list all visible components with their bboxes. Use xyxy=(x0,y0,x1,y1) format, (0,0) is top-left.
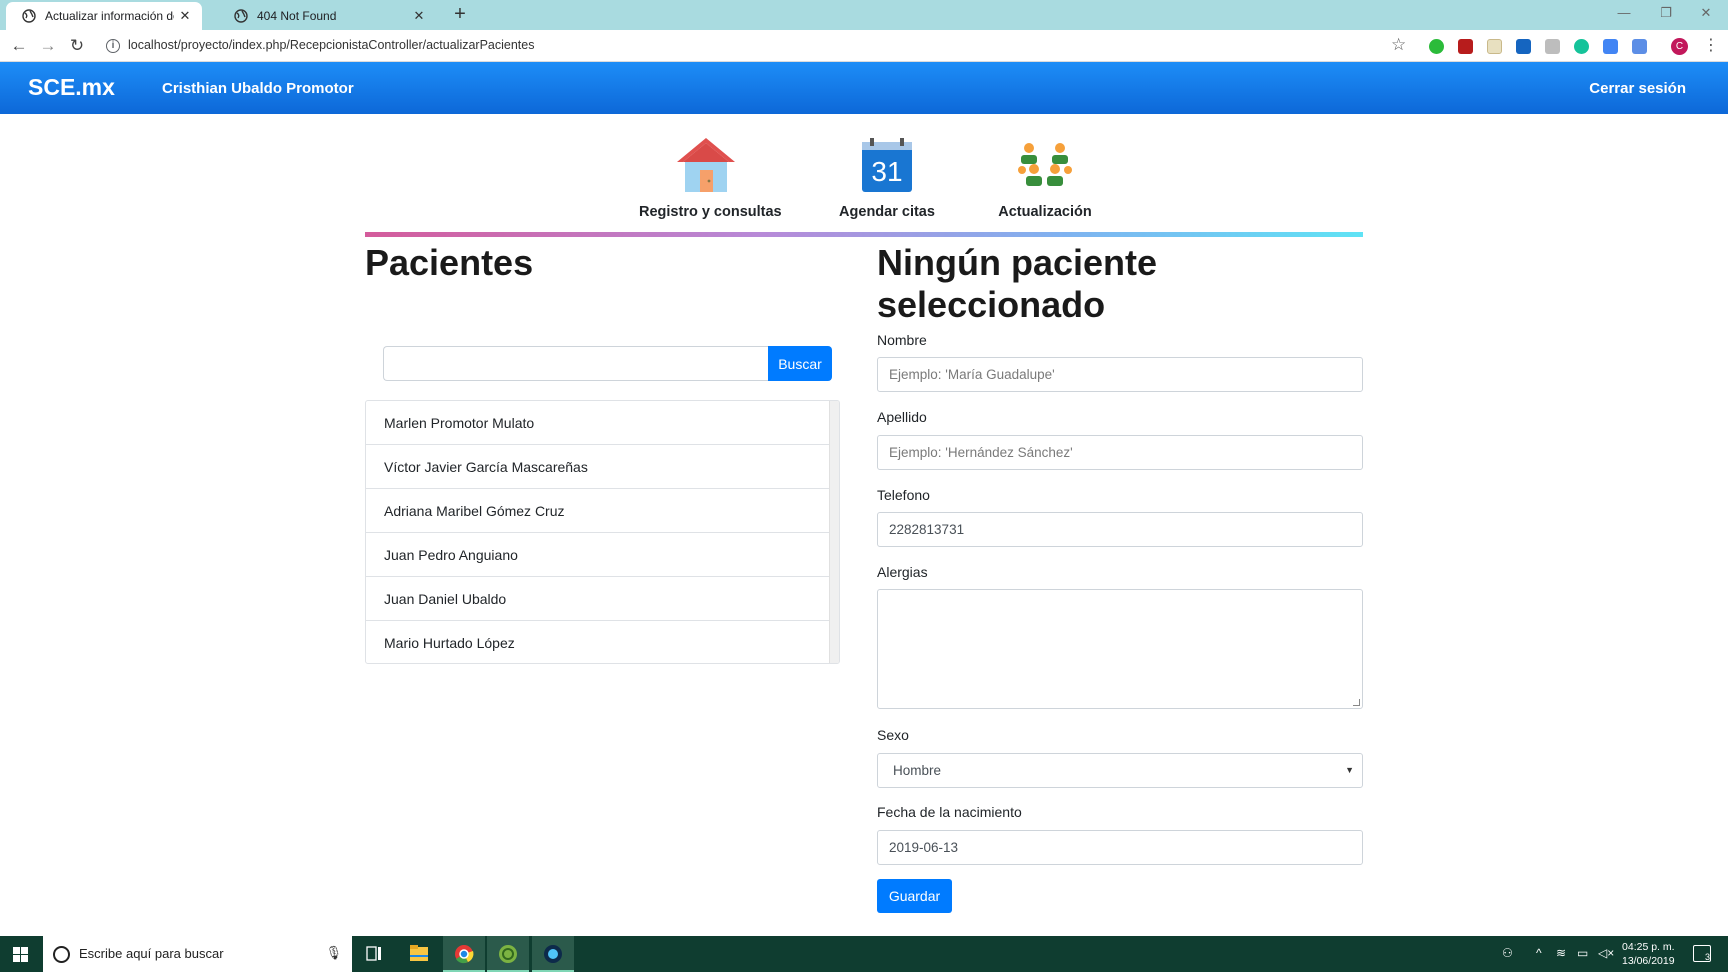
tab-actualizar[interactable]: Actualizar información de pacien ✕ xyxy=(6,2,202,30)
menu-label: Actualización xyxy=(998,204,1092,220)
extension-icon[interactable] xyxy=(1632,39,1647,54)
apellido-input[interactable]: Ejemplo: 'Hernández Sánchez' xyxy=(877,435,1363,470)
search-input[interactable] xyxy=(383,346,769,381)
fecha-label: Fecha de la nacimiento xyxy=(877,804,1022,820)
forward-arrow-icon[interactable]: → xyxy=(37,35,59,57)
browser-toolbar: ← → ↻ i localhost/proyecto/index.php/Rec… xyxy=(0,30,1728,62)
translate-icon[interactable] xyxy=(1603,39,1618,54)
logout-link[interactable]: Cerrar sesión xyxy=(1589,80,1686,97)
form-title: Ningún paciente seleccionado xyxy=(877,242,1158,326)
globe-icon xyxy=(234,9,248,23)
list-item[interactable]: Víctor Javier García Mascareñas xyxy=(366,445,829,489)
patient-list: Marlen Promotor Mulato Víctor Javier Gar… xyxy=(365,400,840,664)
patients-title: Pacientes xyxy=(365,242,534,283)
telefono-input[interactable]: 2282813731 xyxy=(877,512,1363,547)
notification-icon[interactable]: 3 xyxy=(1693,945,1711,962)
search-button[interactable]: Buscar xyxy=(768,346,832,381)
sexo-select[interactable]: Hombre ▼ xyxy=(877,753,1363,788)
tab-title: Actualizar información de pacien xyxy=(45,9,174,23)
resize-handle[interactable] xyxy=(1353,699,1360,706)
taskbar-search[interactable]: Escribe aquí para buscar 🎙 xyxy=(43,936,352,972)
globe-icon xyxy=(22,9,36,23)
menu-kebab-icon[interactable]: ⋮ xyxy=(1703,35,1719,55)
apellido-label: Apellido xyxy=(877,409,927,425)
extension-icon[interactable] xyxy=(1516,39,1531,54)
calendar-number: 31 xyxy=(871,156,902,187)
taskbar-search-placeholder: Escribe aquí para buscar xyxy=(79,946,224,961)
list-scrollbar[interactable] xyxy=(829,401,839,663)
chevron-down-icon: ▼ xyxy=(1345,765,1354,775)
windows-start-icon[interactable] xyxy=(13,947,28,962)
save-button[interactable]: Guardar xyxy=(877,879,952,913)
back-arrow-icon[interactable]: ← xyxy=(8,35,30,57)
app-icon[interactable] xyxy=(532,936,574,972)
nombre-input[interactable]: Ejemplo: 'María Guadalupe' xyxy=(877,357,1363,392)
gradient-divider xyxy=(365,232,1363,237)
bookmark-star-icon[interactable]: ☆ xyxy=(1391,35,1406,55)
nombre-label: Nombre xyxy=(877,332,927,348)
clock-date: 13/06/2019 xyxy=(1622,955,1675,967)
chrome-icon[interactable] xyxy=(443,936,485,972)
address-bar[interactable]: localhost/proyecto/index.php/Recepcionis… xyxy=(128,38,534,52)
menu-agendar[interactable]: 31 Agendar citas xyxy=(826,134,948,220)
extension-icon[interactable] xyxy=(1487,39,1502,54)
sexo-value: Hombre xyxy=(893,763,942,778)
people-icon xyxy=(1018,143,1072,186)
menu-registro[interactable]: Registro y consultas xyxy=(639,134,782,220)
fecha-input[interactable]: 2019-06-13 xyxy=(877,830,1363,865)
extension-icon[interactable] xyxy=(1545,39,1560,54)
app-icon[interactable] xyxy=(487,936,529,972)
app-navbar: SCE.mx Cristhian Ubaldo Promotor Cerrar … xyxy=(0,62,1728,114)
microphone-icon[interactable]: 🎙 xyxy=(325,945,342,961)
grammarly-icon[interactable] xyxy=(1574,39,1589,54)
restore-icon[interactable]: ❐ xyxy=(1656,5,1676,21)
profile-avatar[interactable]: C xyxy=(1671,38,1688,55)
alergias-textarea[interactable] xyxy=(877,589,1363,709)
window-close-icon[interactable]: ✕ xyxy=(1696,5,1716,21)
menu-label: Agendar citas xyxy=(839,204,935,220)
battery-icon[interactable]: ▭ xyxy=(1577,946,1588,960)
clock-time: 04:25 p. m. xyxy=(1622,941,1675,953)
list-item[interactable]: Marlen Promotor Mulato xyxy=(366,401,829,445)
calendar-icon: 31 xyxy=(862,138,912,192)
windows-taskbar: Escribe aquí para buscar 🎙 ⚇ ^ ≋ ▭ ◁× 04… xyxy=(0,936,1728,972)
close-icon[interactable]: ✕ xyxy=(408,8,430,24)
people-tray-icon[interactable]: ⚇ xyxy=(1502,946,1513,960)
notification-count: 3 xyxy=(1704,952,1710,962)
volume-mute-icon[interactable]: ◁× xyxy=(1598,946,1614,960)
list-item[interactable]: Adriana Maribel Gómez Cruz xyxy=(366,489,829,533)
list-item[interactable]: Mario Hurtado López xyxy=(366,621,829,663)
new-tab-button[interactable]: + xyxy=(448,3,472,26)
list-item[interactable]: Juan Daniel Ubaldo xyxy=(366,577,829,621)
brand-logo[interactable]: SCE.mx xyxy=(28,74,115,101)
list-item[interactable]: Juan Pedro Anguiano xyxy=(366,533,829,577)
user-name[interactable]: Cristhian Ubaldo Promotor xyxy=(162,80,354,97)
extension-icon[interactable] xyxy=(1458,39,1473,54)
tab-404[interactable]: 404 Not Found ✕ xyxy=(218,2,436,30)
cortana-icon xyxy=(53,946,70,963)
alergias-label: Alergias xyxy=(877,564,928,580)
task-view-icon[interactable] xyxy=(353,936,395,972)
menu-actualizacion[interactable]: Actualización xyxy=(993,134,1097,220)
telefono-label: Telefono xyxy=(877,487,930,503)
extension-icon[interactable] xyxy=(1429,39,1444,54)
browser-tab-strip: Actualizar información de pacien ✕ 404 N… xyxy=(0,0,1728,30)
network-icon[interactable]: ≋ xyxy=(1556,946,1566,960)
menu-label: Registro y consultas xyxy=(639,204,782,220)
tab-title: 404 Not Found xyxy=(257,9,337,23)
info-icon[interactable]: i xyxy=(106,39,120,53)
chevron-up-icon[interactable]: ^ xyxy=(1536,946,1542,960)
minimize-icon[interactable]: — xyxy=(1614,5,1634,20)
file-explorer-icon[interactable] xyxy=(398,936,440,972)
sexo-label: Sexo xyxy=(877,727,909,743)
taskbar-clock[interactable]: 04:25 p. m. 13/06/2019 xyxy=(1622,940,1675,968)
reload-icon[interactable]: ↻ xyxy=(66,35,88,57)
house-icon xyxy=(677,138,735,192)
close-icon[interactable]: ✕ xyxy=(174,8,196,24)
